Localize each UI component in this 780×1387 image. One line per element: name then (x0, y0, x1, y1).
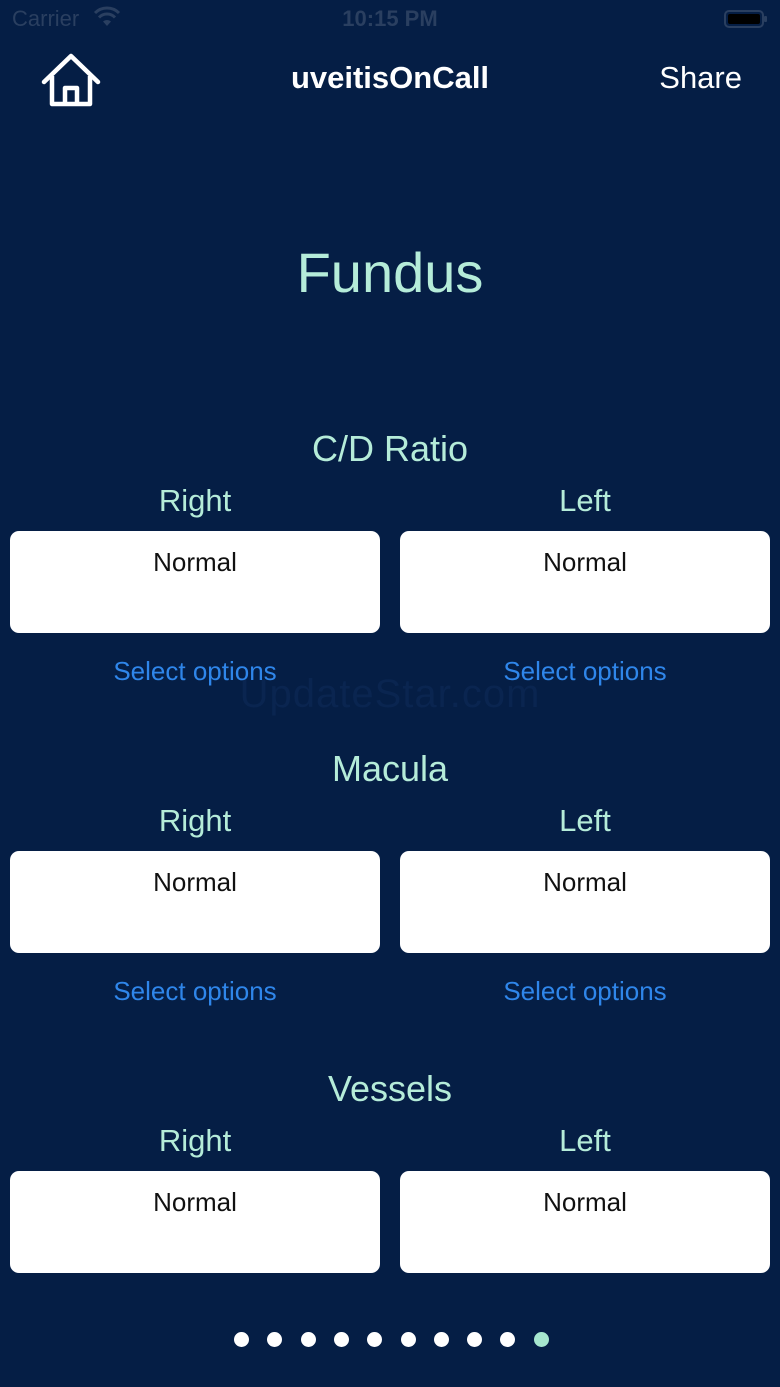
share-button[interactable]: Share (659, 60, 742, 96)
page-dot[interactable] (367, 1332, 383, 1347)
vessels-left-field[interactable]: Normal (400, 1171, 770, 1273)
status-bar: Carrier 10:15 PM (0, 0, 780, 40)
macula-left-select-options[interactable]: Select options (400, 976, 770, 1007)
field-value: Normal (543, 547, 627, 577)
right-eye-label: Right (158, 1123, 232, 1158)
navigation-bar: uveitisOnCall Share (0, 40, 780, 120)
left-eye-label: Left (559, 803, 611, 838)
cd-ratio-right-field[interactable]: Normal (10, 531, 380, 633)
page-dot[interactable] (267, 1332, 283, 1347)
vessels-right-field[interactable]: Normal (10, 1171, 380, 1273)
page-dot[interactable] (300, 1332, 316, 1347)
cd-ratio-left-field[interactable]: Normal (400, 531, 770, 633)
left-eye-label: Left (559, 483, 611, 518)
page-dot[interactable] (400, 1332, 416, 1347)
section-title: C/D Ratio (311, 428, 469, 469)
field-value: Normal (153, 547, 237, 577)
macula-right-select-options[interactable]: Select options (10, 976, 380, 1007)
right-eye-label: Right (158, 803, 232, 838)
right-eye-label: Right (158, 483, 232, 518)
section-title: Vessels (327, 1068, 453, 1109)
macula-right-field[interactable]: Normal (10, 851, 380, 953)
cd-ratio-left-select-options[interactable]: Select options (400, 656, 770, 687)
page-dot[interactable] (467, 1332, 483, 1347)
battery-icon (724, 10, 767, 28)
page-dot[interactable] (500, 1332, 516, 1347)
page-dot[interactable] (533, 1332, 549, 1347)
field-value: Normal (153, 1187, 237, 1217)
section-title: Macula (331, 748, 449, 789)
left-eye-label: Left (559, 1123, 611, 1158)
field-value: Normal (543, 867, 627, 897)
macula-left-field[interactable]: Normal (400, 851, 770, 953)
field-value: Normal (153, 867, 237, 897)
cd-ratio-right-select-options[interactable]: Select options (10, 656, 380, 687)
field-value: Normal (543, 1187, 627, 1217)
status-time: 10:15 PM (342, 6, 438, 31)
page-title: Fundus (296, 241, 484, 304)
page-dot[interactable] (234, 1332, 249, 1347)
page-indicator[interactable] (0, 1332, 780, 1348)
page-dot[interactable] (333, 1332, 349, 1347)
page-dot[interactable] (433, 1332, 449, 1347)
